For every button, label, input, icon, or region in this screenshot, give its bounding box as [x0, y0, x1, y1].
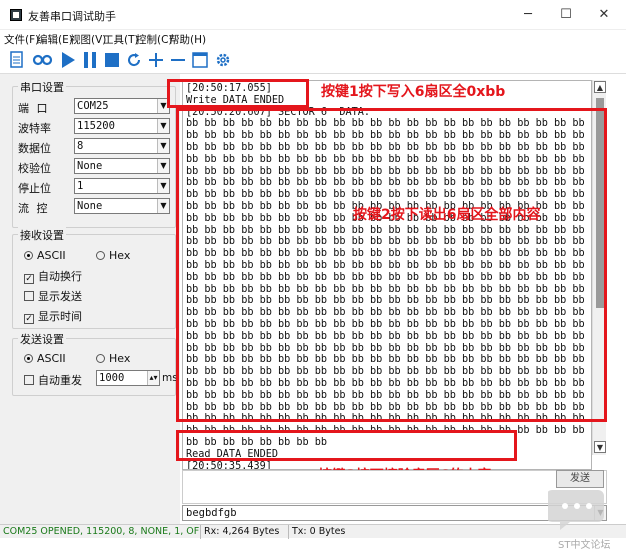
auto-resend-checkbox[interactable]: 自动重发: [24, 372, 82, 388]
remove-icon[interactable]: [170, 51, 188, 71]
send-input[interactable]: begbdfgb: [182, 505, 607, 521]
pause-icon[interactable]: [82, 51, 100, 71]
checkbox-empty-icon: [24, 375, 34, 385]
status-tx: Tx: 0 Bytes: [288, 525, 378, 539]
add-icon[interactable]: [148, 51, 166, 71]
stopbits-label: 停止位: [18, 182, 51, 195]
forum-watermark: ST中文论坛: [546, 484, 618, 554]
scroll-up-icon[interactable]: ▲: [594, 81, 606, 93]
send-text-area[interactable]: [182, 470, 607, 504]
status-rx: Rx: 4,264 Bytes: [200, 525, 288, 539]
flow-value: None: [77, 200, 103, 212]
app-icon: [10, 9, 22, 21]
menu-control[interactable]: 控制(C): [136, 32, 173, 47]
radio-selected-icon: [24, 354, 33, 363]
radio-selected-icon: [24, 251, 33, 260]
stopbits-value: 1: [77, 180, 84, 192]
chevron-down-icon: ▼: [157, 179, 169, 193]
port-select[interactable]: COM25 ▼: [74, 98, 170, 114]
window-edge: [0, 74, 10, 524]
receive-settings-legend: 接收设置: [18, 227, 66, 243]
interval-stepper[interactable]: 1000 ▴▾: [96, 370, 160, 386]
auto-resend-label: 自动重发: [38, 374, 82, 387]
menu-bar: 文件(F) 编辑(E) 视图(V) 工具(T) 控制(C) 帮助(H): [0, 30, 626, 48]
erase-highlight-box: [176, 430, 517, 461]
status-bar: COM25 OPENED, 115200, 8, NONE, 1, OFF Rx…: [0, 524, 626, 539]
show-send-label: 显示发送: [38, 290, 82, 303]
chevron-down-icon: ▼: [157, 119, 169, 133]
menu-edit[interactable]: 编辑(E): [37, 32, 73, 47]
flow-select[interactable]: None ▼: [74, 198, 170, 214]
flow-label: 流 控: [18, 202, 50, 215]
show-time-checkbox[interactable]: ✓ 显示时间: [24, 308, 82, 324]
port-value: COM25: [77, 100, 109, 112]
menu-file[interactable]: 文件(F): [4, 32, 39, 47]
settings-panel: 串口设置 端 口 COM25 ▼ 波特率 115200 ▼ 数据位 8 ▼ 校验位 N…: [10, 74, 180, 524]
baud-select[interactable]: 115200 ▼: [74, 118, 170, 134]
serial-settings-legend: 串口设置: [18, 79, 66, 95]
toolbar: [0, 48, 626, 74]
window-icon[interactable]: [192, 51, 210, 71]
show-time-label: 显示时间: [38, 310, 82, 323]
app-window: 友善串口调试助手 ─ ☐ ✕ 文件(F) 编辑(E) 视图(V) 工具(T) 控…: [0, 0, 626, 555]
databits-value: 8: [77, 140, 84, 152]
interval-value: 1000: [99, 372, 125, 384]
send-ascii-label: ASCII: [37, 352, 66, 365]
read-annotation: 按键2按下读出6扇区全部内容: [353, 207, 541, 223]
receive-hex-radio[interactable]: Hex: [96, 249, 130, 262]
stop-icon[interactable]: [104, 51, 122, 71]
databits-label: 数据位: [18, 142, 51, 155]
status-port: COM25 OPENED, 115200, 8, NONE, 1, OFF: [3, 526, 200, 537]
stopbits-select[interactable]: 1 ▼: [74, 178, 170, 194]
close-button[interactable]: ✕: [584, 4, 624, 26]
parity-label: 校验位: [18, 162, 51, 175]
spin-arrows-icon: ▴▾: [147, 371, 159, 385]
radio-empty-icon: [96, 354, 105, 363]
minimize-button[interactable]: ─: [508, 4, 548, 26]
settings-gear-icon[interactable]: [214, 51, 232, 71]
chevron-down-icon: ▼: [157, 199, 169, 213]
read-highlight-box: [176, 108, 607, 422]
scroll-down-icon[interactable]: ▼: [594, 441, 606, 453]
parity-value: None: [77, 160, 103, 172]
send-hex-radio[interactable]: Hex: [96, 352, 130, 365]
receive-ascii-radio[interactable]: ASCII: [24, 249, 66, 262]
show-send-checkbox[interactable]: 显示发送: [24, 288, 82, 304]
check-icon: ✓: [24, 274, 34, 284]
send-ascii-radio[interactable]: ASCII: [24, 352, 66, 365]
menu-tools[interactable]: 工具(T): [103, 32, 139, 47]
parity-select[interactable]: None ▼: [74, 158, 170, 174]
watermark-text: ST中文论坛: [558, 540, 611, 551]
auto-wrap-checkbox[interactable]: ✓ 自动换行: [24, 268, 82, 284]
databits-select[interactable]: 8 ▼: [74, 138, 170, 154]
send-hex-label: Hex: [109, 352, 131, 365]
radio-empty-icon: [96, 251, 105, 260]
receive-ascii-label: ASCII: [37, 249, 66, 262]
checkbox-empty-icon: [24, 291, 34, 301]
write-highlight-box: [167, 79, 309, 108]
send-settings-legend: 发送设置: [18, 331, 66, 347]
port-label: 端 口: [18, 102, 50, 115]
loop-icon[interactable]: [32, 51, 54, 71]
check-icon: ✓: [24, 314, 34, 324]
maximize-button[interactable]: ☐: [546, 4, 586, 26]
document-icon[interactable]: [10, 51, 24, 71]
menu-help[interactable]: 帮助(H): [169, 32, 206, 47]
receive-hex-label: Hex: [109, 249, 131, 262]
baud-value: 115200: [77, 120, 115, 132]
auto-wrap-label: 自动换行: [38, 270, 82, 283]
baud-label: 波特率: [18, 122, 51, 135]
refresh-icon[interactable]: [126, 51, 144, 71]
window-title: 友善串口调试助手: [28, 10, 116, 23]
write-annotation: 按键1按下写入6扇区全0xbb: [321, 84, 506, 100]
play-icon[interactable]: [60, 51, 78, 71]
chat-bubble-icon: [546, 490, 604, 530]
menu-view[interactable]: 视图(V): [70, 32, 106, 47]
title-bar: 友善串口调试助手 ─ ☐ ✕: [0, 0, 626, 30]
chevron-down-icon: ▼: [157, 159, 169, 173]
chevron-down-icon: ▼: [157, 139, 169, 153]
